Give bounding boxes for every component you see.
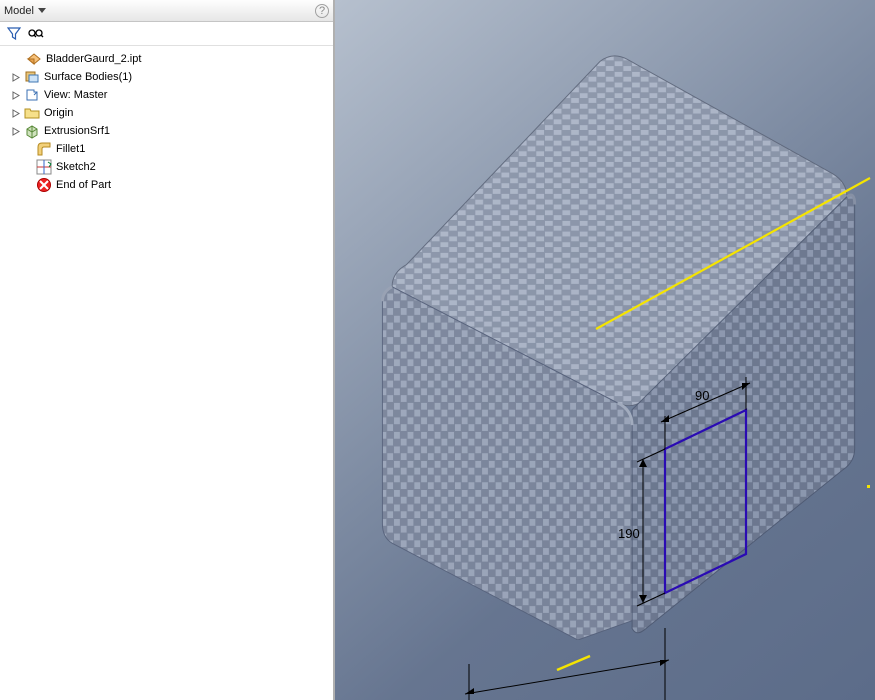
tree-node-label: ExtrusionSrf1 xyxy=(44,122,110,140)
tree-node-origin[interactable]: Origin xyxy=(2,104,331,122)
expand-icon[interactable] xyxy=(10,107,22,119)
surface-bodies-icon xyxy=(24,69,40,85)
tree-node-label: BladderGaurd_2.ipt xyxy=(46,50,141,68)
tree-node-fillet[interactable]: Fillet1 xyxy=(2,140,331,158)
tree-node-label: View: Master xyxy=(44,86,107,104)
part-file-icon xyxy=(26,51,42,67)
expand-icon[interactable] xyxy=(10,71,22,83)
filter-icon[interactable] xyxy=(6,26,22,42)
browser-title-dropdown[interactable]: Model xyxy=(4,5,46,17)
expand-icon[interactable] xyxy=(10,125,22,137)
model-browser-panel: Model ? BladderGaurd_2.ipt xyxy=(0,0,335,700)
browser-header: Model ? xyxy=(0,0,333,22)
reference-point-icon xyxy=(867,485,870,488)
end-of-part-icon xyxy=(36,177,52,193)
view-icon xyxy=(24,87,40,103)
find-icon[interactable] xyxy=(28,26,44,42)
tree-node-label: Origin xyxy=(44,104,73,122)
chevron-down-icon xyxy=(38,8,46,13)
tree-node-label: Fillet1 xyxy=(56,140,85,158)
extrusion-icon xyxy=(24,123,40,139)
tree-node-view[interactable]: View: Master xyxy=(2,86,331,104)
tree-node-label: Sketch2 xyxy=(56,158,96,176)
folder-icon xyxy=(24,105,40,121)
tree-node-sketch[interactable]: Sketch2 xyxy=(2,158,331,176)
expand-icon[interactable] xyxy=(10,89,22,101)
model-tree: BladderGaurd_2.ipt Surface Bodies(1) Vie… xyxy=(0,46,333,700)
mesh-cube-model xyxy=(345,40,865,640)
help-icon[interactable]: ? xyxy=(315,4,329,18)
fillet-icon xyxy=(36,141,52,157)
tree-node-part-file[interactable]: BladderGaurd_2.ipt xyxy=(2,50,331,68)
selected-edge-bottom xyxy=(557,656,590,670)
browser-title-text: Model xyxy=(4,5,34,17)
tree-node-label: End of Part xyxy=(56,176,111,194)
tree-node-end-of-part[interactable]: End of Part xyxy=(2,176,331,194)
tree-node-label: Surface Bodies(1) xyxy=(44,68,132,86)
tree-node-extrusion[interactable]: ExtrusionSrf1 xyxy=(2,122,331,140)
sketch-icon xyxy=(36,159,52,175)
tree-node-surface-bodies[interactable]: Surface Bodies(1) xyxy=(2,68,331,86)
browser-toolbar xyxy=(0,22,333,46)
viewport-3d[interactable]: 90 190 xyxy=(335,0,875,700)
